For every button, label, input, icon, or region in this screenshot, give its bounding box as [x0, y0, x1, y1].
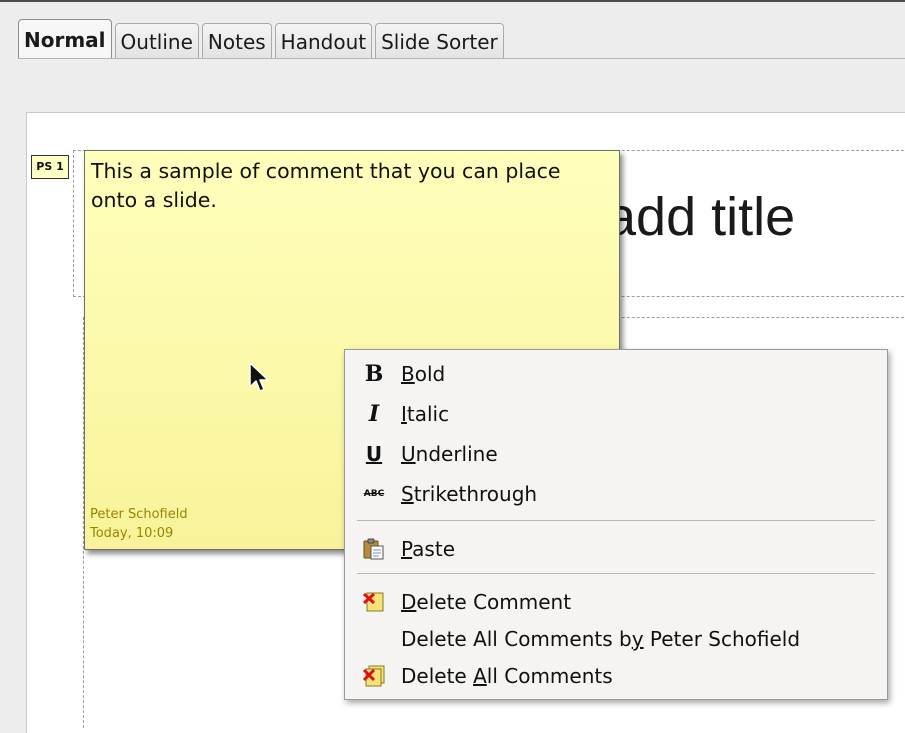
menu-item-delete-all-comments-by-author[interactable]: Delete All Comments by Peter Schofield	[345, 620, 887, 658]
comment-text[interactable]: This a sample of comment that you can pl…	[91, 157, 591, 215]
tab-notes[interactable]: Notes	[201, 23, 272, 59]
tab-bar-divider	[18, 58, 905, 59]
menu-item-label: Strikethrough	[401, 482, 538, 506]
menu-item-italic[interactable]: I Italic	[345, 395, 887, 433]
menu-item-label: Delete All Comments by Peter Schofield	[401, 627, 801, 651]
menu-item-label: Underline	[401, 442, 498, 466]
menu-item-strikethrough[interactable]: ABC Strikethrough	[345, 475, 887, 513]
underline-icon: U	[365, 442, 383, 466]
comment-date: Today, 10:09	[90, 526, 174, 541]
menu-item-bold[interactable]: B Bold	[345, 355, 887, 393]
delete-comment-icon	[361, 589, 387, 615]
strikethrough-icon: ABC	[363, 489, 385, 499]
tab-slide-sorter[interactable]: Slide Sorter	[375, 23, 504, 59]
menu-separator	[357, 520, 875, 521]
paste-icon	[361, 536, 387, 562]
tab-handout[interactable]: Handout	[274, 23, 373, 59]
menu-item-label: Italic	[401, 402, 450, 426]
comment-context-menu: B Bold I Italic U Underline ABC Striketh…	[344, 349, 888, 700]
menu-item-label: Delete All Comments	[401, 664, 613, 688]
menu-item-delete-all-comments[interactable]: Delete All Comments	[345, 657, 887, 695]
window-top-border	[0, 0, 905, 2]
tab-outline[interactable]: Outline	[114, 23, 199, 59]
menu-item-label: Bold	[401, 362, 446, 386]
menu-item-underline[interactable]: U Underline	[345, 435, 887, 473]
slide-title-placeholder[interactable]: add title	[606, 186, 795, 248]
italic-icon: I	[368, 401, 380, 427]
tab-normal[interactable]: Normal	[18, 19, 112, 59]
menu-item-delete-comment[interactable]: Delete Comment	[345, 583, 887, 621]
menu-separator	[357, 573, 875, 574]
view-tab-bar: Normal Outline Notes Handout Slide Sorte…	[18, 19, 507, 59]
comment-marker[interactable]: PS 1	[31, 155, 69, 179]
menu-item-paste[interactable]: Paste	[345, 530, 887, 568]
mouse-pointer-icon	[249, 362, 269, 392]
delete-all-comments-icon	[361, 663, 387, 689]
menu-item-label: Delete Comment	[401, 590, 572, 614]
bold-icon: B	[364, 361, 384, 387]
comment-author: Peter Schofield	[90, 507, 188, 522]
menu-item-label: Paste	[401, 537, 455, 561]
